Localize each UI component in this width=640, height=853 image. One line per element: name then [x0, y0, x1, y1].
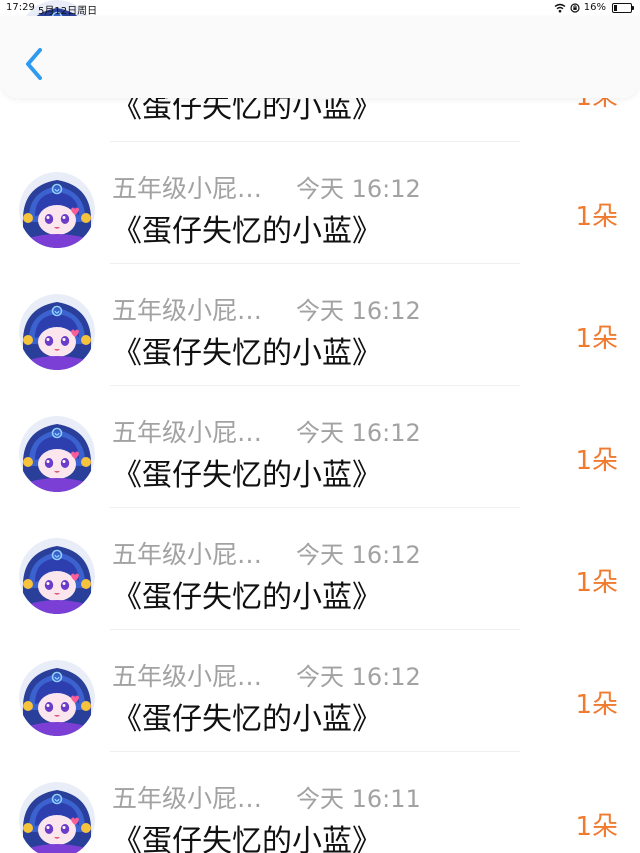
gift-name: 《蛋仔失忆的小蓝》: [112, 824, 382, 853]
sender-name[interactable]: 五年级小屁…: [112, 291, 262, 327]
battery-icon: [612, 2, 634, 13]
battery-percent: 16%: [583, 2, 606, 13]
status-indicators: 16%: [554, 2, 634, 13]
gift-name: 《蛋仔失忆的小蓝》: [112, 336, 382, 371]
back-button[interactable]: [18, 44, 50, 84]
timestamp: 今天 16:12: [296, 663, 421, 691]
list-item[interactable]: 五年级小屁… 今天 16:12 《蛋仔失忆的小蓝》 1朵: [0, 508, 640, 630]
timestamp: 今天 16:12: [296, 175, 421, 203]
gift-count: 1朵: [575, 812, 618, 842]
timestamp: 今天 16:12: [296, 419, 421, 447]
gift-name: 《蛋仔失忆的小蓝》: [112, 458, 382, 493]
sender-name[interactable]: 五年级小屁…: [112, 169, 262, 205]
list-item[interactable]: 五年级小屁… 今天 16:12 《蛋仔失忆的小蓝》 1朵: [0, 386, 640, 508]
avatar[interactable]: [19, 416, 95, 492]
gift-name: 《蛋仔失忆的小蓝》: [112, 214, 382, 249]
sender-name[interactable]: 五年级小屁…: [112, 657, 262, 693]
gift-count: 1朵: [575, 446, 618, 476]
status-date: 5月12日周日: [38, 6, 98, 17]
list-item[interactable]: 五年级小屁… 今天 16:12 《蛋仔失忆的小蓝》 1朵: [0, 264, 640, 386]
timestamp: 今天 16:12: [296, 541, 421, 569]
list-item[interactable]: 五年级小屁… 今天 16:11 《蛋仔失忆的小蓝》 1朵: [0, 752, 640, 853]
gift-count: 1朵: [575, 568, 618, 598]
timestamp: 今天 16:12: [296, 297, 421, 325]
wifi-icon: [554, 3, 566, 13]
sender-name[interactable]: 五年级小屁…: [112, 535, 262, 571]
avatar[interactable]: [19, 294, 95, 370]
gift-count: 1朵: [575, 324, 618, 354]
chevron-left-icon: [26, 48, 42, 80]
list-item[interactable]: 五年级小屁… 今天 16:12 《蛋仔失忆的小蓝》 1朵: [0, 630, 640, 752]
avatar[interactable]: [19, 172, 95, 248]
gift-count: 1朵: [575, 202, 618, 232]
screen: 《蛋仔失忆的小蓝》 1朵 五年级小屁… 今天 16:12 《蛋仔失忆的小蓝》 1…: [0, 0, 640, 853]
gift-name: 《蛋仔失忆的小蓝》: [112, 702, 382, 737]
sender-name[interactable]: 五年级小屁…: [112, 413, 262, 449]
battery-fill: [614, 4, 617, 11]
gift-name: 《蛋仔失忆的小蓝》: [112, 580, 382, 615]
status-bar: 17:29 5月12日周日 16%: [0, 0, 640, 17]
status-time: 17:29: [6, 2, 35, 13]
avatar[interactable]: [19, 660, 95, 736]
list-item[interactable]: 五年级小屁… 今天 16:12 《蛋仔失忆的小蓝》 1朵: [0, 142, 640, 264]
navigation-bar: [0, 16, 640, 98]
timestamp: 今天 16:11: [296, 785, 421, 813]
gift-count: 1朵: [575, 690, 618, 720]
avatar[interactable]: [19, 782, 95, 853]
lock-rotation-icon: [570, 2, 580, 13]
sender-name[interactable]: 五年级小屁…: [112, 779, 262, 815]
avatar[interactable]: [19, 538, 95, 614]
